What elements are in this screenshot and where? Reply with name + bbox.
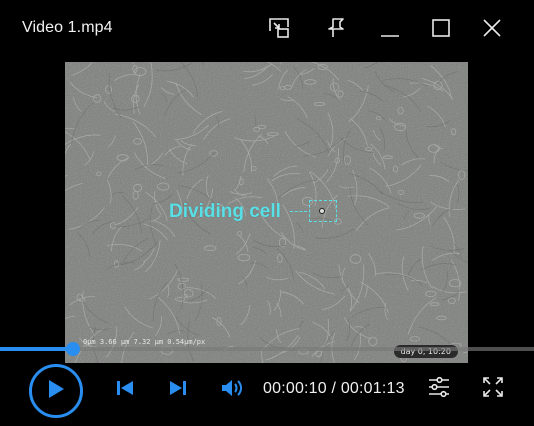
close-icon (480, 16, 504, 40)
volume-button[interactable] (219, 378, 245, 402)
picture-in-picture-icon (267, 16, 291, 40)
play-button[interactable] (29, 364, 83, 418)
picture-in-picture-button[interactable] (266, 15, 292, 41)
annotation-label: Dividing cell (169, 201, 281, 222)
next-button[interactable] (166, 378, 190, 402)
settings-sliders-icon (427, 375, 451, 404)
skip-previous-icon (114, 377, 136, 404)
previous-button[interactable] (113, 378, 137, 402)
seek-track (0, 347, 534, 351)
volume-icon (219, 377, 245, 404)
time-display: 00:00:10 / 00:01:13 (263, 380, 405, 398)
seek-bar[interactable] (0, 342, 534, 356)
time-separator: / (326, 380, 341, 397)
total-time: 00:01:13 (340, 380, 405, 397)
video-frame[interactable]: Dividing cell 0µm 3.66 µm 7.32 µm 0.54µm… (65, 62, 468, 363)
settings-button[interactable] (426, 376, 452, 402)
current-time: 00:00:10 (263, 380, 327, 397)
fullscreen-icon (481, 375, 505, 404)
scale-bar-text: 0µm 3.66 µm 7.32 µm 0.54µm/px (83, 338, 206, 346)
title-bar: Video 1.mp4 (0, 0, 534, 56)
annotation-connector (290, 211, 307, 212)
seek-fill (0, 347, 73, 351)
minimize-button[interactable] (377, 15, 403, 41)
pin-icon (324, 16, 348, 40)
maximize-icon (429, 16, 453, 40)
pin-button[interactable] (323, 15, 349, 41)
play-icon (46, 378, 66, 405)
maximize-button[interactable] (428, 15, 454, 41)
minimize-icon (378, 16, 402, 40)
fullscreen-button[interactable] (480, 376, 506, 402)
video-player-window: Video 1.mp4 Dividing cell 0µm 3.66 µm 7.… (0, 0, 534, 426)
window-title: Video 1.mp4 (22, 19, 113, 36)
dividing-cell-marker (319, 208, 325, 214)
seek-thumb[interactable] (66, 342, 80, 356)
close-button[interactable] (479, 15, 505, 41)
playback-controls: 00:00:10 / 00:01:13 (0, 360, 534, 426)
skip-next-icon (167, 377, 189, 404)
